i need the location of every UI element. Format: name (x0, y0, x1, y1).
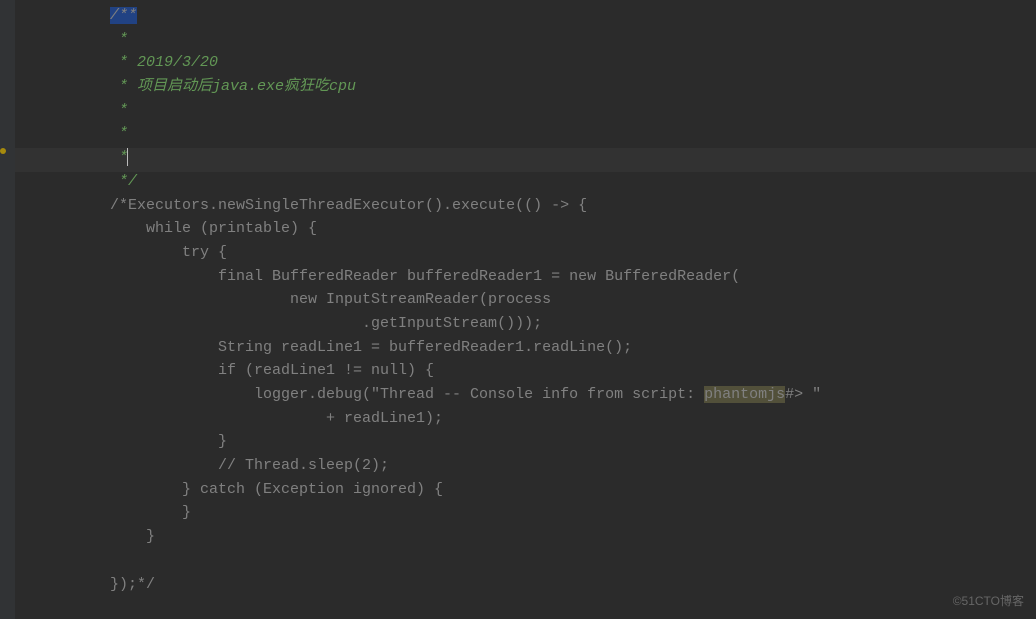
code-line[interactable]: // Thread.sleep(2); (15, 454, 1036, 478)
code-line[interactable]: /*Executors.newSingleThreadExecutor().ex… (15, 194, 1036, 218)
highlighted-match: phantomjs (704, 386, 785, 403)
code-line[interactable]: String readLine1 = bufferedReader1.readL… (15, 336, 1036, 360)
code-line[interactable]: new InputStreamReader(process (15, 288, 1036, 312)
code-line[interactable]: * 2019/3/20 (15, 51, 1036, 75)
code-line[interactable]: + readLine1); (15, 407, 1036, 431)
code-line[interactable]: * (15, 28, 1036, 52)
code-line[interactable]: } catch (Exception ignored) { (15, 478, 1036, 502)
code-line[interactable]: });*/ (15, 573, 1036, 597)
editor-gutter (0, 0, 15, 619)
code-line[interactable]: } (15, 430, 1036, 454)
code-line[interactable]: } (15, 501, 1036, 525)
code-line[interactable]: * (15, 99, 1036, 123)
code-line[interactable]: * (15, 146, 1036, 170)
code-line[interactable]: } (15, 525, 1036, 549)
code-editor-area[interactable]: /** * * 2019/3/20 * 项目启动后java.exe疯狂吃cpu … (0, 0, 1036, 596)
text-selection: /** (110, 7, 137, 24)
code-line[interactable]: */ (15, 170, 1036, 194)
text-caret (127, 148, 128, 166)
code-line[interactable]: if (readLine1 != null) { (15, 359, 1036, 383)
gutter-warning-marker[interactable] (0, 148, 6, 154)
code-line[interactable]: logger.debug("Thread -- Console info fro… (15, 383, 1036, 407)
code-line[interactable]: while (printable) { (15, 217, 1036, 241)
code-line[interactable]: /** (15, 4, 1036, 28)
code-line[interactable]: final BufferedReader bufferedReader1 = n… (15, 265, 1036, 289)
code-line[interactable]: .getInputStream())); (15, 312, 1036, 336)
code-line[interactable]: * (15, 122, 1036, 146)
code-line[interactable]: * 项目启动后java.exe疯狂吃cpu (15, 75, 1036, 99)
code-line[interactable]: try { (15, 241, 1036, 265)
code-line[interactable] (15, 549, 1036, 573)
